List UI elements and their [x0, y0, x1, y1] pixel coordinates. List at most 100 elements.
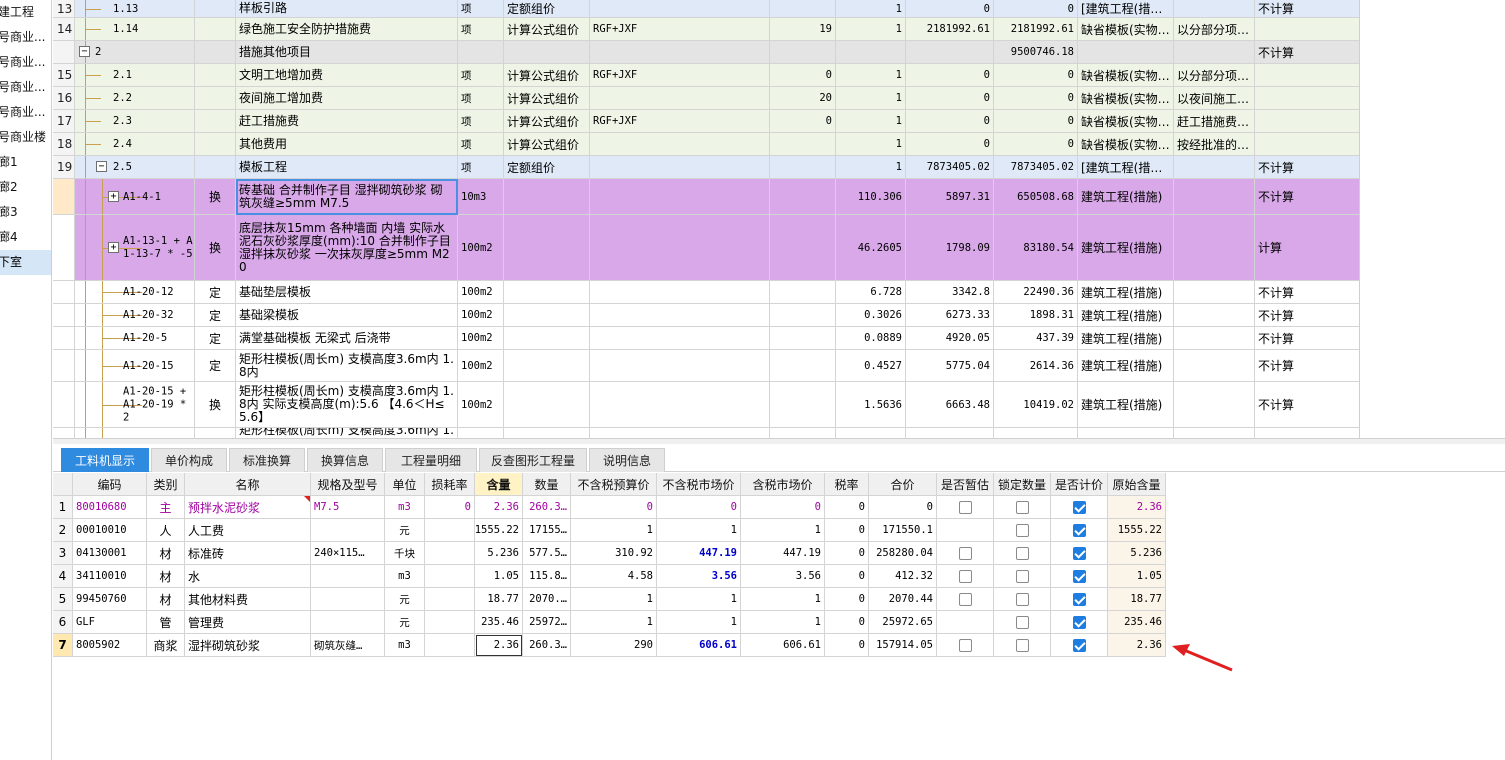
calc-flag[interactable]: 不计算	[1255, 41, 1359, 64]
lock-quantity[interactable]	[994, 634, 1051, 657]
item-code[interactable]: A1-20-15	[75, 350, 195, 382]
table-row[interactable]: + A1-13-1 + A1-13-7 * -5 换底层抹灰15mm 各种墙面 内墙…	[53, 215, 1359, 281]
calc-flag[interactable]	[1255, 18, 1359, 41]
column-header-market-price-excl-tax[interactable]: 不含税市场价	[657, 473, 741, 496]
column-header-content-amount[interactable]: 含量	[475, 473, 523, 496]
item-code[interactable]	[75, 428, 195, 438]
market-price-excl-tax[interactable]: 1	[657, 519, 741, 542]
description[interactable]	[1174, 428, 1255, 438]
market-price-excl-tax[interactable]: 3.56	[657, 565, 741, 588]
pricing-method[interactable]: 计算公式组价	[504, 18, 590, 41]
unit-price[interactable]: 6273.33	[906, 304, 994, 327]
tab-notes[interactable]: 说明信息	[589, 448, 665, 472]
checked-checkbox-icon[interactable]	[1072, 592, 1086, 606]
pricing-method[interactable]: 定额组价	[504, 156, 590, 179]
item-name[interactable]: 模板工程	[236, 156, 458, 179]
resource-code[interactable]: 34110010	[73, 565, 147, 588]
market-price-incl-tax[interactable]: 0	[741, 496, 825, 519]
total-price[interactable]: 437.39	[994, 327, 1078, 350]
market-price-incl-tax[interactable]: 3.56	[741, 565, 825, 588]
item-type[interactable]	[195, 428, 236, 438]
resource-unit[interactable]: 元	[385, 611, 425, 634]
tree-item[interactable]: 廊1	[0, 150, 51, 175]
tax-rate[interactable]: 0	[825, 565, 869, 588]
template[interactable]: [建筑工程(措…	[1078, 0, 1174, 18]
calc-flag[interactable]: 不计算	[1255, 327, 1359, 350]
is-priced[interactable]	[1051, 588, 1108, 611]
tab-resources[interactable]: 工料机显示	[61, 448, 149, 472]
item-type[interactable]: 定	[195, 350, 236, 382]
unchecked-checkbox-icon[interactable]	[1015, 546, 1029, 560]
calc-formula[interactable]	[590, 304, 770, 327]
table-row[interactable]: 19−2.5 模板工程项定额组价 1 7873405.02 7873405.02 [建筑工…	[53, 156, 1359, 179]
loss-rate[interactable]	[425, 588, 475, 611]
spec-model[interactable]	[311, 519, 385, 542]
resource-name[interactable]: 预拌水泥砂浆	[185, 496, 311, 519]
resource-code[interactable]: 8005902	[73, 634, 147, 657]
calc-flag[interactable]: 不计算	[1255, 382, 1359, 428]
checked-checkbox-icon[interactable]	[1072, 615, 1086, 629]
item-name[interactable]: 赶工措施费	[236, 110, 458, 133]
original-content[interactable]: 5.236	[1108, 542, 1166, 565]
rate[interactable]: 20	[770, 87, 836, 110]
resource-unit[interactable]: m3	[385, 496, 425, 519]
item-unit[interactable]: 100m2	[458, 281, 504, 304]
loss-rate[interactable]	[425, 519, 475, 542]
tax-rate[interactable]: 0	[825, 611, 869, 634]
resource-quantity[interactable]: 577.5…	[523, 542, 571, 565]
rate[interactable]	[770, 327, 836, 350]
template[interactable]: 建筑工程(措施)	[1078, 281, 1174, 304]
original-content[interactable]: 2.36	[1108, 496, 1166, 519]
quantity[interactable]: 1	[836, 18, 906, 41]
item-name[interactable]: 基础垫层模板	[236, 281, 458, 304]
resource-name[interactable]: 人工费	[185, 519, 311, 542]
calc-formula[interactable]: RGF+JXF	[590, 110, 770, 133]
item-unit[interactable]: 项	[458, 156, 504, 179]
quantity[interactable]: 1	[836, 133, 906, 156]
table-row[interactable]: A1-20-12 定基础垫层模板 100m2 6.728 3342.8 22490.36 建…	[53, 281, 1359, 304]
unchecked-checkbox-icon[interactable]	[1015, 615, 1029, 629]
quantity[interactable]: 1	[836, 156, 906, 179]
market-price-excl-tax[interactable]: 447.19	[657, 542, 741, 565]
template[interactable]: 建筑工程(措施)	[1078, 179, 1174, 215]
market-price-excl-tax[interactable]: 0	[657, 496, 741, 519]
template[interactable]: 缺省模板(实物…	[1078, 110, 1174, 133]
tree-item[interactable]: 建工程	[0, 0, 51, 25]
item-unit[interactable]: 项	[458, 133, 504, 156]
rate[interactable]	[770, 281, 836, 304]
calc-flag[interactable]	[1255, 110, 1359, 133]
template[interactable]	[1078, 428, 1174, 438]
quantity[interactable]: 0.0889	[836, 327, 906, 350]
item-unit[interactable]: 项	[458, 110, 504, 133]
item-name[interactable]: 砖基础 合并制作子目 湿拌砌筑砂浆 砌筑灰缝≥5mm M7.5	[236, 179, 458, 215]
table-row[interactable]: A1-20-15 定矩形柱模板(周长m) 支模高度3.6m内 1.8内 100m2 0…	[53, 350, 1359, 382]
unchecked-checkbox-icon[interactable]	[1015, 500, 1029, 514]
unchecked-checkbox-icon[interactable]	[958, 500, 972, 514]
market-price-incl-tax[interactable]: 606.61	[741, 634, 825, 657]
resource-category[interactable]: 管	[147, 611, 185, 634]
calc-formula[interactable]	[590, 179, 770, 215]
item-code[interactable]: 2.2	[75, 87, 195, 110]
content-amount[interactable]: 2.36	[475, 634, 523, 657]
resource-name[interactable]: 湿拌砌筑砂浆	[185, 634, 311, 657]
total-price[interactable]: 22490.36	[994, 281, 1078, 304]
item-name[interactable]: 其他费用	[236, 133, 458, 156]
total-price[interactable]: 1898.31	[994, 304, 1078, 327]
budget-price-excl-tax[interactable]: 0	[571, 496, 657, 519]
original-content[interactable]: 18.77	[1108, 588, 1166, 611]
lock-quantity[interactable]	[994, 611, 1051, 634]
total-price[interactable]: 9500746.18	[994, 41, 1078, 64]
total-price[interactable]: 10419.02	[994, 382, 1078, 428]
unit-price[interactable]: 2181992.61	[906, 18, 994, 41]
calc-flag[interactable]	[1255, 133, 1359, 156]
item-code[interactable]: A1-20-5	[75, 327, 195, 350]
item-unit[interactable]: 100m2	[458, 350, 504, 382]
item-unit[interactable]	[458, 428, 504, 438]
total-price[interactable]: 2070.44	[869, 588, 937, 611]
total-price[interactable]: 0	[994, 0, 1078, 18]
table-row[interactable]: 18 2.4 其他费用项计算公式组价 1 0 0 缺省模板(实物… 按经批准的…	[53, 133, 1359, 156]
original-content[interactable]: 1.05	[1108, 565, 1166, 588]
pricing-method[interactable]: 计算公式组价	[504, 87, 590, 110]
unit-price[interactable]: 5897.31	[906, 179, 994, 215]
calc-flag[interactable]	[1255, 428, 1359, 438]
